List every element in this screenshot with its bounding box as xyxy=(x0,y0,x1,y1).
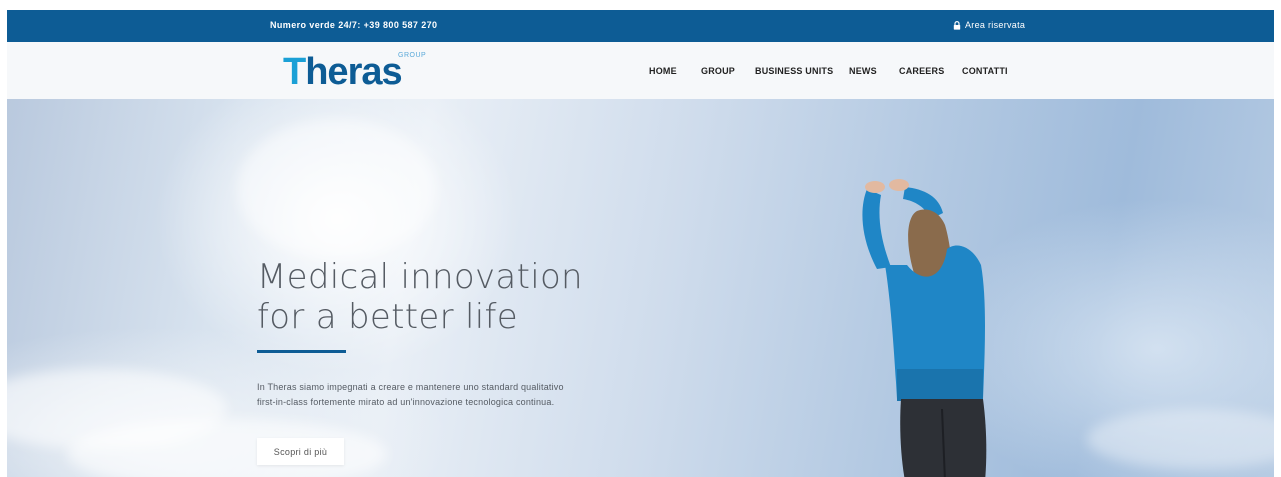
nav-item-careers[interactable]: CAREERS xyxy=(899,66,944,76)
theras-logo[interactable]: Theras GROUP xyxy=(283,50,433,93)
hero-banner: Medical innovation for a better life In … xyxy=(7,99,1274,477)
nav-item-news[interactable]: NEWS xyxy=(849,66,877,76)
logo-wordmark: Theras xyxy=(283,51,403,93)
cloud-shape xyxy=(237,119,437,259)
toll-free-number[interactable]: Numero verde 24/7: +39 800 587 270 xyxy=(270,20,437,30)
woman-stretching-image xyxy=(862,179,987,477)
top-bar: Numero verde 24/7: +39 800 587 270 Area … xyxy=(7,10,1274,42)
reserved-area-link[interactable]: Area riservata xyxy=(953,20,1025,30)
discover-more-button[interactable]: Scopri di più xyxy=(257,438,344,465)
hero-description-line: In Theras siamo impegnati a creare e man… xyxy=(257,382,564,392)
cloud-shape xyxy=(1087,409,1274,469)
page: Numero verde 24/7: +39 800 587 270 Area … xyxy=(7,10,1274,477)
site-header: Theras GROUP HOME GROUP BUSINESS UNITS N… xyxy=(7,42,1274,99)
reserved-area-label: Area riservata xyxy=(965,20,1026,30)
hero-title-line: for a better life xyxy=(257,297,518,337)
hero-description: In Theras siamo impegnati a creare e man… xyxy=(257,380,617,410)
nav-item-contatti[interactable]: CONTATTI xyxy=(962,66,1008,76)
hero-title: Medical innovation for a better life xyxy=(257,257,583,337)
logo-group-label: GROUP xyxy=(398,52,427,59)
nav-item-group[interactable]: GROUP xyxy=(701,66,735,76)
hero-title-line: Medical innovation xyxy=(257,257,583,297)
hero-divider xyxy=(257,350,346,353)
nav-item-home[interactable]: HOME xyxy=(649,66,677,76)
lock-icon xyxy=(953,20,961,30)
nav-item-business-units[interactable]: BUSINESS UNITS xyxy=(755,66,833,76)
hero-description-line: first-in-class fortemente mirato ad un'i… xyxy=(257,397,555,407)
